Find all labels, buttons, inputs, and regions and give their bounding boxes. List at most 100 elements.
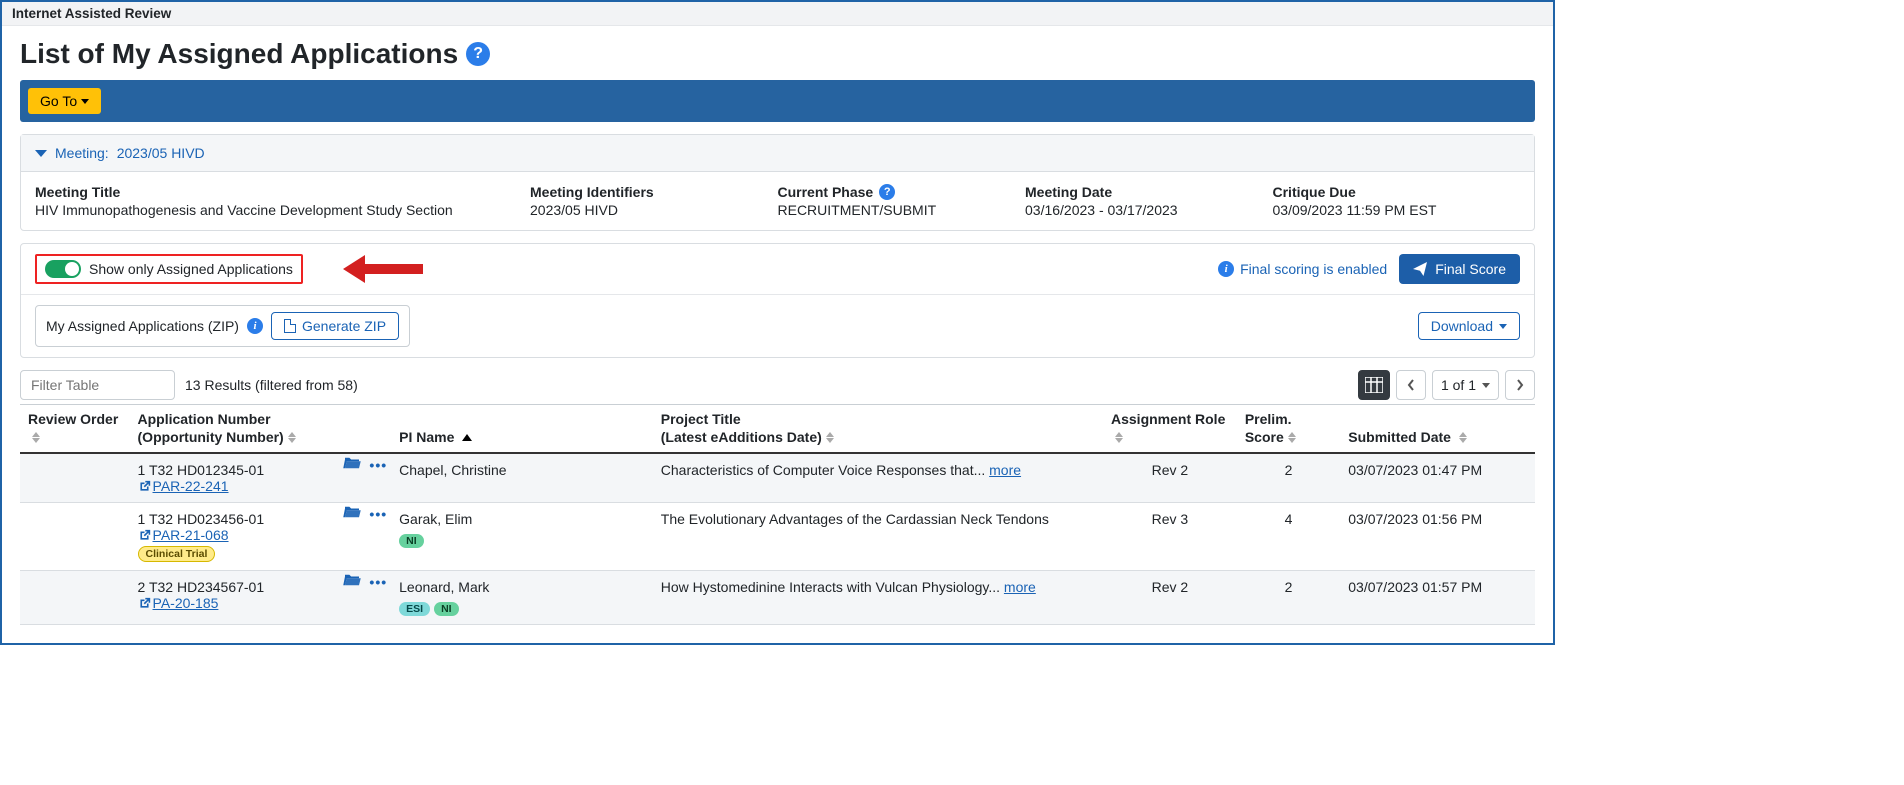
ni-badge: NI bbox=[434, 602, 459, 616]
meeting-idents-value: 2023/05 HIVD bbox=[530, 202, 778, 218]
critique-due-value: 03/09/2023 11:59 PM EST bbox=[1273, 202, 1521, 218]
folder-icon[interactable] bbox=[343, 456, 361, 473]
project-title-text: The Evolutionary Advantages of the Carda… bbox=[661, 511, 1049, 527]
meeting-title-label: Meeting Title bbox=[35, 184, 530, 200]
final-score-button[interactable]: Final Score bbox=[1399, 254, 1520, 284]
pager-next-button[interactable] bbox=[1505, 370, 1535, 400]
cell-review-order bbox=[20, 503, 130, 571]
pi-name: Garak, Elim bbox=[399, 511, 645, 527]
col-application-number[interactable]: Application Number (Opportunity Number) bbox=[130, 405, 392, 454]
table-row: 1 T32 HD023456-01PAR-21-068Clinical Tria… bbox=[20, 503, 1535, 571]
meeting-panel-header[interactable]: Meeting: 2023/05 HIVD bbox=[21, 135, 1534, 172]
cell-submitted-date: 03/07/2023 01:47 PM bbox=[1340, 453, 1535, 503]
pager-page-button[interactable]: 1 of 1 bbox=[1432, 370, 1499, 400]
external-link-icon bbox=[138, 529, 151, 542]
meeting-date-value: 03/16/2023 - 03/17/2023 bbox=[1025, 202, 1273, 218]
current-phase-value: RECRUITMENT/SUBMIT bbox=[778, 202, 1026, 218]
cell-prelim-score: 2 bbox=[1237, 453, 1340, 503]
more-actions-icon[interactable]: ••• bbox=[369, 457, 387, 473]
cell-pi-name: Chapel, Christine bbox=[391, 453, 653, 503]
page-title: List of My Assigned Applications ? bbox=[20, 38, 1535, 70]
help-icon[interactable]: ? bbox=[466, 42, 490, 66]
cell-prelim-score: 4 bbox=[1237, 503, 1340, 571]
cell-assignment-role: Rev 2 bbox=[1103, 571, 1237, 625]
current-phase-label: Current Phase ? bbox=[778, 184, 1026, 200]
assigned-only-toggle-highlight: Show only Assigned Applications bbox=[35, 254, 303, 284]
clinical-trial-badge: Clinical Trial bbox=[138, 546, 216, 562]
window-title-bar: Internet Assisted Review bbox=[2, 2, 1553, 26]
applications-table: Review Order Application Number (Opportu… bbox=[20, 404, 1535, 625]
pi-name: Leonard, Mark bbox=[399, 579, 645, 595]
sort-asc-icon bbox=[462, 434, 472, 441]
assigned-only-label: Show only Assigned Applications bbox=[89, 261, 293, 277]
chevron-down-icon bbox=[35, 150, 47, 157]
filter-table-input[interactable] bbox=[20, 370, 175, 400]
opportunity-number-link[interactable]: PAR-21-068 bbox=[153, 527, 229, 543]
goto-button[interactable]: Go To bbox=[28, 88, 101, 114]
zip-label: My Assigned Applications (ZIP) bbox=[46, 318, 239, 334]
info-icon[interactable]: i bbox=[247, 318, 263, 334]
cell-assignment-role: Rev 3 bbox=[1103, 503, 1237, 571]
cell-submitted-date: 03/07/2023 01:57 PM bbox=[1340, 571, 1535, 625]
cell-submitted-date: 03/07/2023 01:56 PM bbox=[1340, 503, 1535, 571]
cell-app-number: 1 T32 HD023456-01PAR-21-068Clinical Tria… bbox=[130, 503, 392, 571]
meeting-date-label: Meeting Date bbox=[1025, 184, 1273, 200]
cell-review-order bbox=[20, 453, 130, 503]
info-icon[interactable]: i bbox=[1218, 261, 1234, 277]
col-review-order[interactable]: Review Order bbox=[20, 405, 130, 454]
assigned-only-toggle[interactable] bbox=[45, 260, 81, 278]
meeting-panel: Meeting: 2023/05 HIVD Meeting Title HIV … bbox=[20, 134, 1535, 231]
paper-plane-icon bbox=[1413, 262, 1427, 276]
col-assignment-role[interactable]: Assignment Role bbox=[1103, 405, 1237, 454]
cell-pi-name: Garak, Elim NI bbox=[391, 503, 653, 571]
col-project-title[interactable]: Project Title (Latest eAdditions Date) bbox=[653, 405, 1103, 454]
col-prelim-score[interactable]: Prelim. Score bbox=[1237, 405, 1340, 454]
generate-zip-button[interactable]: Generate ZIP bbox=[271, 312, 399, 340]
window-title: Internet Assisted Review bbox=[12, 6, 171, 21]
annotation-arrow bbox=[343, 255, 423, 283]
more-link[interactable]: more bbox=[1004, 579, 1036, 595]
cell-review-order bbox=[20, 571, 130, 625]
caret-down-icon bbox=[81, 99, 89, 104]
external-link-icon bbox=[138, 480, 151, 493]
pager-prev-button[interactable] bbox=[1396, 370, 1426, 400]
col-submitted-date[interactable]: Submitted Date bbox=[1340, 405, 1535, 454]
cell-app-number: 2 T32 HD234567-01PA-20-185••• bbox=[130, 571, 392, 625]
project-title-text: Characteristics of Computer Voice Respon… bbox=[661, 462, 985, 478]
help-icon[interactable]: ? bbox=[879, 184, 895, 200]
critique-due-label: Critique Due bbox=[1273, 184, 1521, 200]
esi-badge: ESI bbox=[399, 602, 430, 616]
opportunity-number-link[interactable]: PA-20-185 bbox=[153, 595, 219, 611]
project-title-text: How Hystomedinine Interacts with Vulcan … bbox=[661, 579, 1000, 595]
table-row: 1 T32 HD012345-01PAR-22-241•••Chapel, Ch… bbox=[20, 453, 1535, 503]
cell-assignment-role: Rev 2 bbox=[1103, 453, 1237, 503]
pi-name: Chapel, Christine bbox=[399, 462, 645, 478]
more-link[interactable]: more bbox=[989, 462, 1021, 478]
cell-pi-name: Leonard, Mark ESI NI bbox=[391, 571, 653, 625]
meeting-panel-body: Meeting Title HIV Immunopathogenesis and… bbox=[21, 172, 1534, 230]
download-button[interactable]: Download bbox=[1418, 312, 1520, 340]
col-pi-name[interactable]: PI Name bbox=[391, 405, 653, 454]
scoring-status: i Final scoring is enabled bbox=[1218, 261, 1387, 277]
folder-icon[interactable] bbox=[343, 573, 361, 590]
cell-project-title: How Hystomedinine Interacts with Vulcan … bbox=[653, 571, 1103, 625]
external-link-icon bbox=[138, 597, 151, 610]
meeting-title-value: HIV Immunopathogenesis and Vaccine Devel… bbox=[35, 202, 530, 218]
zip-group: My Assigned Applications (ZIP) i Generat… bbox=[35, 305, 410, 347]
caret-down-icon bbox=[1499, 324, 1507, 329]
folder-icon[interactable] bbox=[343, 505, 361, 522]
ni-badge: NI bbox=[399, 534, 424, 548]
results-count: 13 Results (filtered from 58) bbox=[185, 377, 358, 393]
more-actions-icon[interactable]: ••• bbox=[369, 574, 387, 590]
action-bar: Go To bbox=[20, 80, 1535, 122]
caret-down-icon bbox=[1482, 383, 1490, 388]
cell-prelim-score: 2 bbox=[1237, 571, 1340, 625]
cell-app-number: 1 T32 HD012345-01PAR-22-241••• bbox=[130, 453, 392, 503]
opportunity-number-link[interactable]: PAR-22-241 bbox=[153, 478, 229, 494]
meeting-idents-label: Meeting Identifiers bbox=[530, 184, 778, 200]
cell-project-title: The Evolutionary Advantages of the Carda… bbox=[653, 503, 1103, 571]
more-actions-icon[interactable]: ••• bbox=[369, 506, 387, 522]
cell-project-title: Characteristics of Computer Voice Respon… bbox=[653, 453, 1103, 503]
column-picker-button[interactable] bbox=[1358, 370, 1390, 400]
filter-panel: Show only Assigned Applications i Final … bbox=[20, 243, 1535, 358]
